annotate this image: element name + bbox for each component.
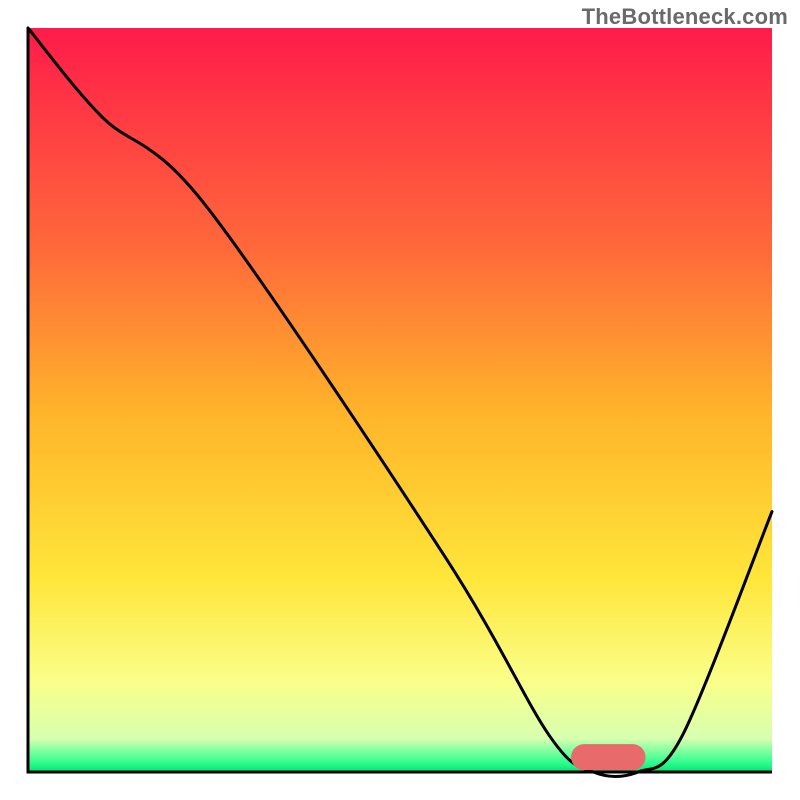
bottleneck-chart: TheBottleneck.com xyxy=(0,0,800,800)
gradient-background xyxy=(28,28,772,772)
optimal-range-marker xyxy=(571,744,645,770)
chart-svg xyxy=(0,0,800,800)
watermark-label: TheBottleneck.com xyxy=(582,4,788,30)
